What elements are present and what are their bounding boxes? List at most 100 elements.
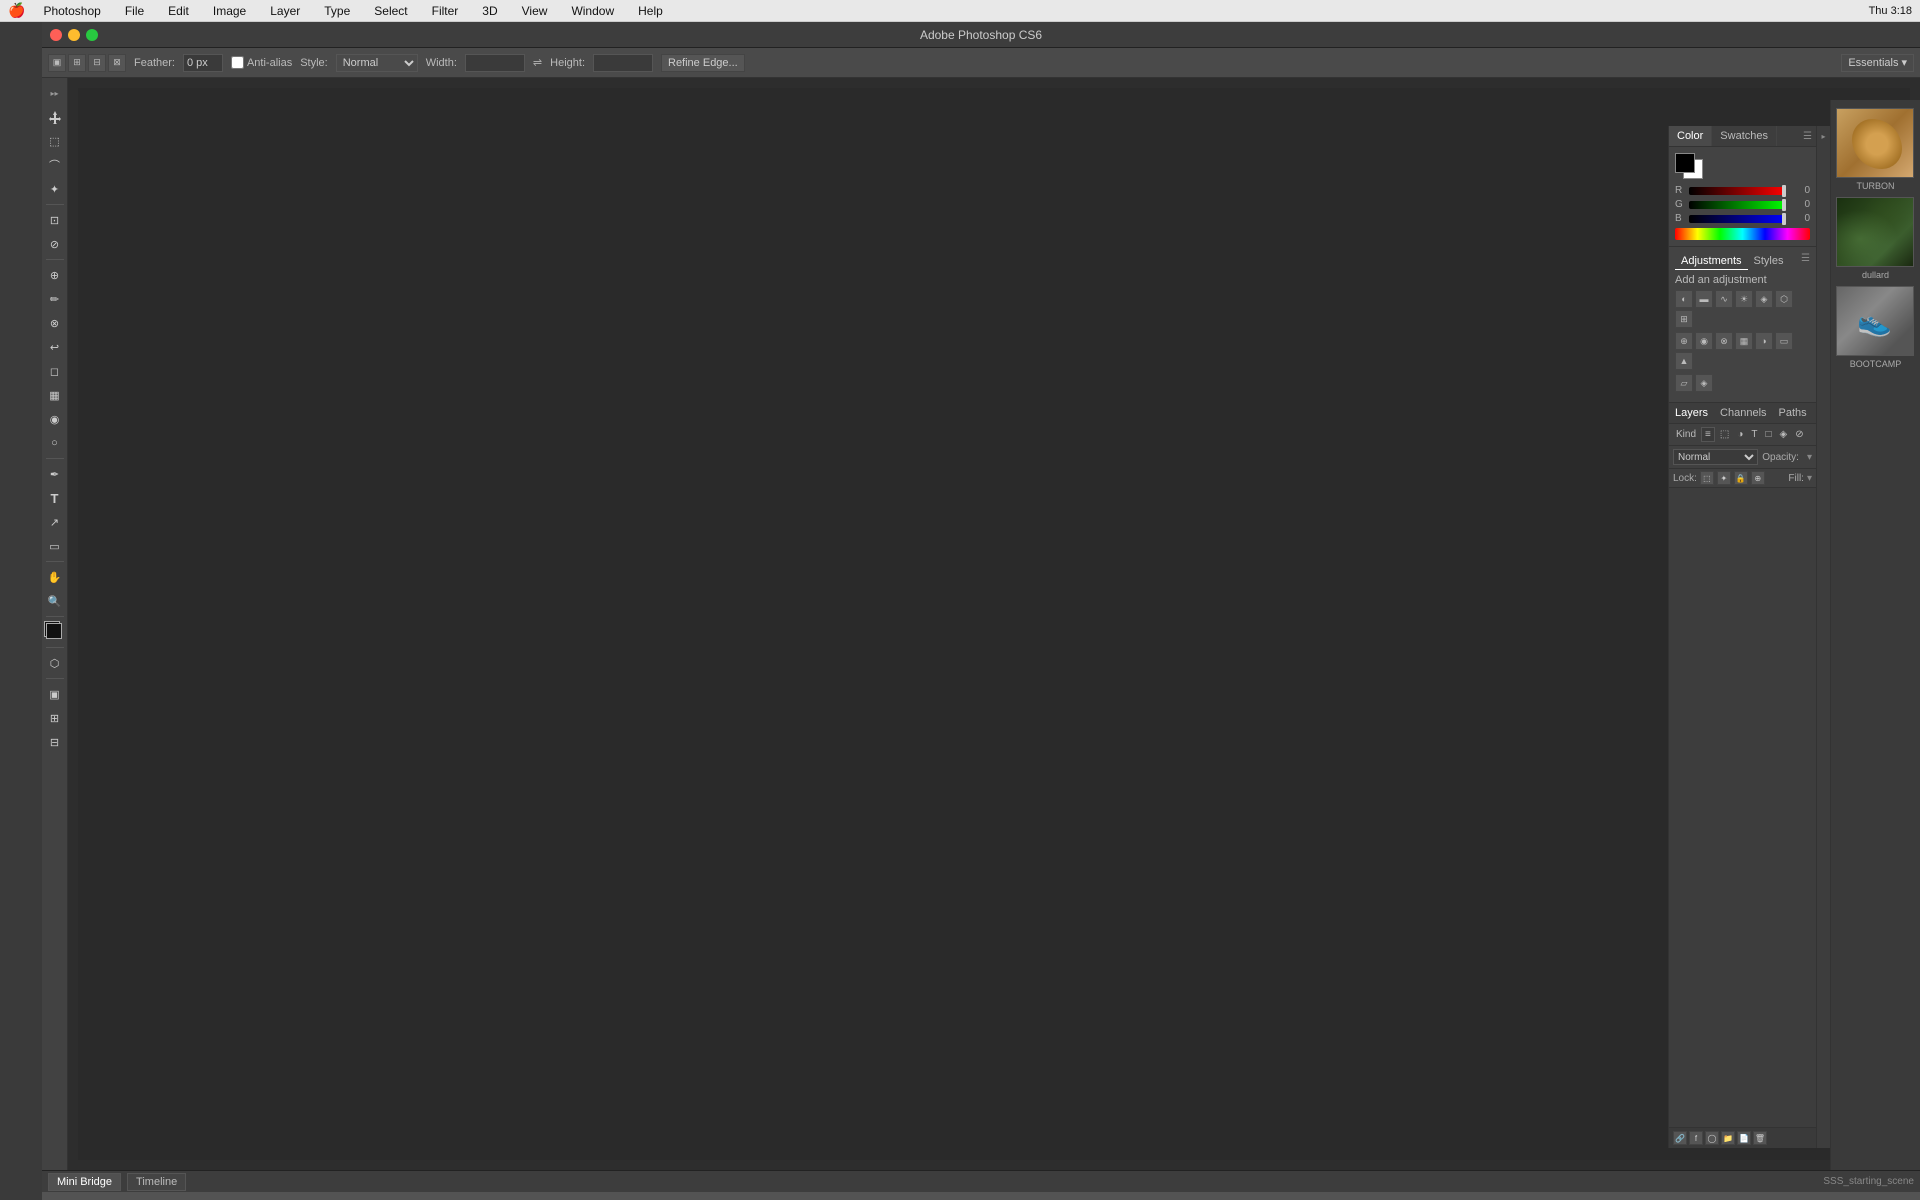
photfilter-adj[interactable]: ◉ (1695, 332, 1713, 350)
swap-icon[interactable]: ⇌ (533, 56, 542, 69)
eraser-btn[interactable]: ◻ (44, 360, 66, 382)
add-selection-btn[interactable]: ⊞ (68, 54, 86, 72)
subtract-selection-btn[interactable]: ⊟ (88, 54, 106, 72)
magic-wand-btn[interactable]: ✦ (44, 178, 66, 200)
screen-mode-btn[interactable]: ▣ (44, 683, 66, 705)
link-layers-btn[interactable]: 🔗 (1673, 1131, 1687, 1145)
menu-filter[interactable]: Filter (426, 2, 465, 20)
menu-layer[interactable]: Layer (264, 2, 306, 20)
lock-all-btn[interactable]: 🔒 (1734, 471, 1748, 485)
new-selection-btn[interactable]: ▣ (48, 54, 66, 72)
tab-color[interactable]: Color (1669, 126, 1712, 146)
apple-menu[interactable]: 🍎 (8, 2, 25, 19)
lasso-tool-btn[interactable]: ⌒ (44, 154, 66, 176)
blend-mode-select[interactable]: Normal Multiply Screen Overlay (1673, 449, 1758, 465)
style-select[interactable]: Normal Fixed Ratio Fixed Size (336, 54, 418, 72)
kind-type[interactable]: T (1748, 428, 1760, 441)
move-tool-btn[interactable] (44, 106, 66, 128)
rectangle-shape-btn[interactable]: ▭ (44, 535, 66, 557)
adj-menu-btn[interactable]: ☰ (1801, 253, 1810, 270)
threshold-adj[interactable]: ▲ (1675, 352, 1693, 370)
vibrance-adj[interactable]: ◈ (1755, 290, 1773, 308)
timeline-tab[interactable]: Timeline (127, 1173, 186, 1191)
quick-mask-btn[interactable]: ⬡ (44, 652, 66, 674)
thumbnail-dullard[interactable]: dullard (1836, 197, 1916, 280)
thumbnail-turbon[interactable]: TURBON (1836, 108, 1916, 191)
blur-btn[interactable]: ◉ (44, 408, 66, 430)
gradient-btn[interactable]: ▦ (44, 384, 66, 406)
close-button[interactable] (50, 29, 62, 41)
kind-adj[interactable]: ◑ (1734, 428, 1746, 441)
r-slider-thumb[interactable] (1782, 185, 1786, 197)
menu-image[interactable]: Image (207, 2, 252, 20)
selection-tool-btn[interactable]: ⬚ (44, 130, 66, 152)
lock-artboard-btn[interactable]: ⊕ (1751, 471, 1765, 485)
fg-color[interactable] (1675, 153, 1695, 173)
lock-pixels-btn[interactable]: ⬚ (1700, 471, 1714, 485)
crop-tool-btn[interactable]: ⊡ (44, 209, 66, 231)
zoom-tool-btn[interactable]: 🔍 (44, 590, 66, 612)
menu-photoshop[interactable]: Photoshop (37, 2, 106, 20)
path-selection-btn[interactable]: ↗ (44, 511, 66, 533)
tab-swatches[interactable]: Swatches (1712, 126, 1777, 146)
posterize-adj[interactable]: ▭ (1775, 332, 1793, 350)
dodge-btn[interactable]: ○ (44, 432, 66, 454)
menu-help[interactable]: Help (632, 2, 669, 20)
arrange-btn[interactable]: ⊞ (44, 707, 66, 729)
height-input[interactable] (593, 54, 653, 72)
panel-menu-btn[interactable]: ☰ (1803, 126, 1816, 146)
tab-layers[interactable]: Layers (1669, 403, 1714, 423)
tab-styles[interactable]: Styles (1748, 253, 1790, 270)
refine-edge-button[interactable]: Refine Edge... (661, 54, 745, 72)
menu-type[interactable]: Type (318, 2, 356, 20)
menu-select[interactable]: Select (368, 2, 413, 20)
invert-adj[interactable]: ◑ (1755, 332, 1773, 350)
menu-window[interactable]: Window (565, 2, 620, 20)
color-spectrum[interactable] (1675, 228, 1810, 240)
eyedropper-btn[interactable]: ⊘ (44, 233, 66, 255)
new-group-btn[interactable]: 📁 (1721, 1131, 1735, 1145)
brush-tool-btn[interactable]: ✏ (44, 288, 66, 310)
menu-edit[interactable]: Edit (162, 2, 195, 20)
brightness-adj[interactable]: ◐ (1675, 290, 1693, 308)
tab-channels[interactable]: Channels (1714, 403, 1772, 423)
thumbnail-bootcamp[interactable]: BOOTCAMP (1836, 286, 1916, 369)
foreground-color-swatch[interactable] (46, 623, 62, 639)
healing-brush-btn[interactable]: ⊕ (44, 264, 66, 286)
maximize-button[interactable] (86, 29, 98, 41)
mini-bridge-tab[interactable]: Mini Bridge (48, 1173, 121, 1191)
kind-dropdown[interactable]: ≡ (1701, 427, 1715, 442)
clone-stamp-btn[interactable]: ⊗ (44, 312, 66, 334)
exposure-adj[interactable]: ☀ (1735, 290, 1753, 308)
feather-input[interactable] (183, 54, 223, 72)
foreground-background-color[interactable] (44, 621, 66, 643)
tab-adjustments[interactable]: Adjustments (1675, 253, 1748, 270)
colorbalance-adj[interactable]: ⊞ (1675, 310, 1693, 328)
collapse-panels-btn[interactable]: ▸ (1819, 130, 1827, 143)
fg-bg-swatches[interactable] (1675, 153, 1705, 179)
colorlookup-adj[interactable]: ▦ (1735, 332, 1753, 350)
b-slider-thumb[interactable] (1782, 213, 1786, 225)
essentials-dropdown[interactable]: Essentials ▾ (1841, 54, 1914, 72)
tab-paths[interactable]: Paths (1773, 403, 1813, 423)
add-style-btn[interactable]: f (1689, 1131, 1703, 1145)
levels-adj[interactable]: ▬ (1695, 290, 1713, 308)
kind-pixel[interactable]: ⬚ (1717, 428, 1732, 441)
artboard-btn[interactable]: ⊟ (44, 731, 66, 753)
layers-extra-icon[interactable]: ⊘ (1792, 428, 1806, 441)
width-input[interactable] (465, 54, 525, 72)
delete-layer-btn[interactable]: 🗑 (1753, 1131, 1767, 1145)
selectivecolor-adj[interactable]: ◈ (1695, 374, 1713, 392)
fill-dropdown-icon[interactable]: ▾ (1807, 473, 1812, 484)
menu-view[interactable]: View (516, 2, 554, 20)
kind-smart[interactable]: ◈ (1777, 428, 1791, 441)
channelmix-adj[interactable]: ⊗ (1715, 332, 1733, 350)
new-layer-btn[interactable]: 📄 (1737, 1131, 1751, 1145)
anti-alias-label[interactable]: Anti-alias (231, 56, 292, 69)
lock-position-btn[interactable]: ✦ (1717, 471, 1731, 485)
hsl-adj[interactable]: ⬡ (1775, 290, 1793, 308)
pen-tool-btn[interactable]: ✒ (44, 463, 66, 485)
opacity-dropdown-icon[interactable]: ▾ (1807, 452, 1812, 463)
curves-adj[interactable]: ∿ (1715, 290, 1733, 308)
history-brush-btn[interactable]: ↩ (44, 336, 66, 358)
